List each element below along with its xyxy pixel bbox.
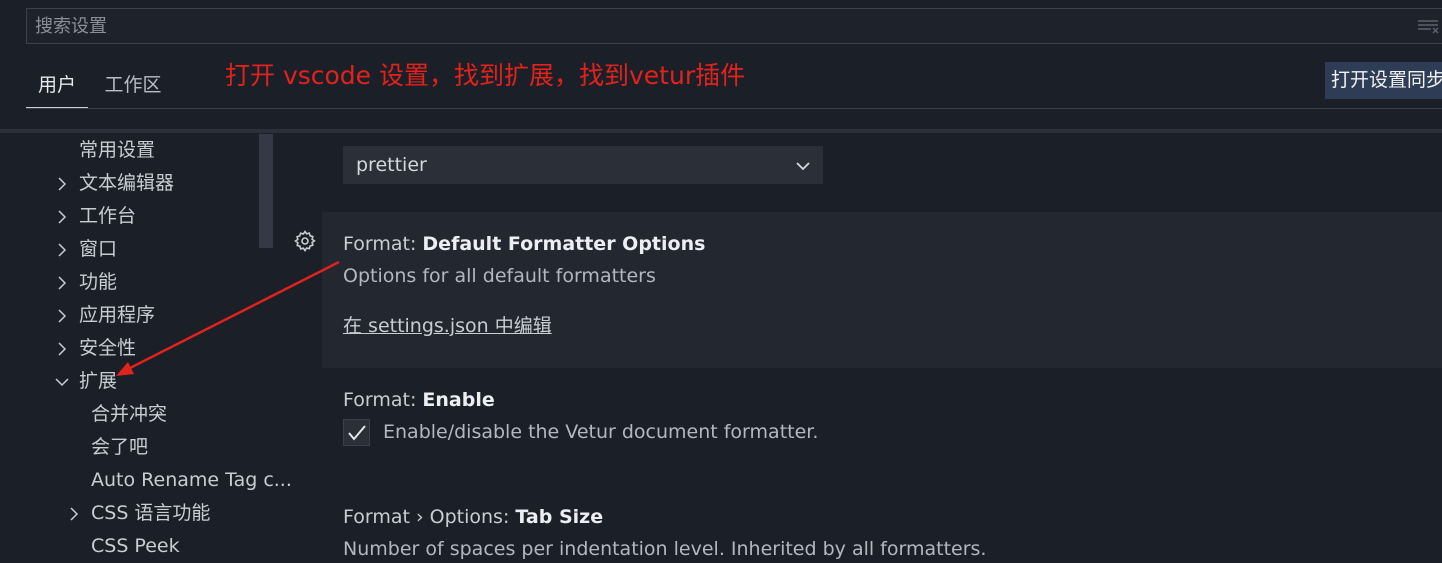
- setting-description: Enable/disable the Vetur document format…: [383, 421, 819, 443]
- chevron-down-icon: [55, 375, 69, 389]
- tab-user[interactable]: 用户: [26, 62, 88, 109]
- open-settings-sync-button[interactable]: 打开设置同步: [1325, 62, 1442, 99]
- setting-name: Enable: [422, 389, 495, 411]
- default-formatter-dropdown[interactable]: prettier: [343, 146, 823, 184]
- chevron-right-icon: [55, 177, 69, 191]
- toc-item-auto-rename-tag[interactable]: Auto Rename Tag c...: [91, 464, 292, 497]
- annotation-text: 打开 vscode 设置，找到扩展，找到vetur插件: [225, 61, 746, 90]
- tab-workspace[interactable]: 工作区: [102, 62, 164, 108]
- setting-title: Format: Default Formatter Options: [343, 233, 705, 255]
- toc-item-label: 工作台: [79, 205, 137, 227]
- dropdown-value: prettier: [356, 154, 427, 176]
- toc-item-label: Auto Rename Tag c...: [91, 469, 292, 491]
- toc-item-label: 常用设置: [79, 139, 156, 161]
- setting-name: Default Formatter Options: [422, 233, 706, 255]
- toc-item-label: 应用程序: [79, 304, 156, 326]
- format-enable-checkbox[interactable]: [343, 419, 370, 446]
- chevron-right-icon: [55, 210, 69, 224]
- setting-category: Format:: [343, 233, 423, 255]
- setting-description: Number of spaces per indentation level. …: [343, 538, 987, 560]
- setting-title: Format: Enable: [343, 389, 495, 411]
- settings-search[interactable]: [26, 8, 1442, 44]
- edit-in-settings-json-link[interactable]: 在 settings.json 中编辑: [343, 311, 552, 338]
- filter-list-icon[interactable]: [1417, 18, 1439, 34]
- toc-item-security[interactable]: 安全性: [55, 332, 136, 365]
- setting-description: Options for all default formatters: [343, 265, 656, 287]
- toc-item-window[interactable]: 窗口: [55, 233, 117, 266]
- toc-item-label: 会了吧: [91, 436, 149, 458]
- chevron-right-icon: [55, 243, 69, 257]
- setting-category: Format:: [343, 389, 423, 411]
- chevron-right-icon: [55, 342, 69, 356]
- toc-item-label: 文本编辑器: [79, 172, 175, 194]
- settings-toc: 常用设置 文本编辑器 工作台 窗口 功能 应用程序 安全性 扩展 合并冲突 会了…: [0, 134, 300, 557]
- toc-item-workbench[interactable]: 工作台: [55, 200, 136, 233]
- header-shadow: [0, 129, 1442, 133]
- toc-item-label: 扩展: [79, 370, 118, 392]
- toc-item-merge-conflict[interactable]: 合并冲突: [91, 398, 167, 431]
- toc-item-text-editor[interactable]: 文本编辑器: [55, 167, 174, 200]
- setting-category: Format › Options:: [343, 506, 516, 528]
- setting-name: Tab Size: [515, 506, 604, 528]
- search-input[interactable]: [27, 9, 1442, 43]
- toc-item-css-language[interactable]: CSS 语言功能: [67, 497, 210, 530]
- gear-icon[interactable]: [293, 229, 317, 253]
- toc-item-extensions[interactable]: 扩展: [55, 365, 117, 398]
- toc-item-css-peek[interactable]: CSS Peek: [91, 530, 180, 563]
- toc-scrollbar[interactable]: [259, 134, 273, 248]
- chevron-down-icon: [795, 158, 811, 177]
- toc-item-features[interactable]: 功能: [55, 266, 117, 299]
- chevron-right-icon: [67, 507, 81, 521]
- toc-item-application[interactable]: 应用程序: [55, 299, 155, 332]
- chevron-right-icon: [55, 309, 69, 323]
- toc-item-label: CSS 语言功能: [91, 502, 211, 524]
- toc-item-label: 窗口: [79, 238, 118, 260]
- toc-item-label: 功能: [79, 271, 118, 293]
- toc-item-label: 安全性: [79, 337, 137, 359]
- toc-item-label: CSS Peek: [91, 535, 180, 557]
- toc-item-label: 合并冲突: [91, 403, 168, 425]
- toc-item-common[interactable]: 常用设置: [79, 134, 155, 167]
- chevron-right-icon: [55, 276, 69, 290]
- toc-item-huileba[interactable]: 会了吧: [91, 431, 148, 464]
- setting-title: Format › Options: Tab Size: [343, 506, 603, 528]
- header-divider: [26, 108, 1442, 109]
